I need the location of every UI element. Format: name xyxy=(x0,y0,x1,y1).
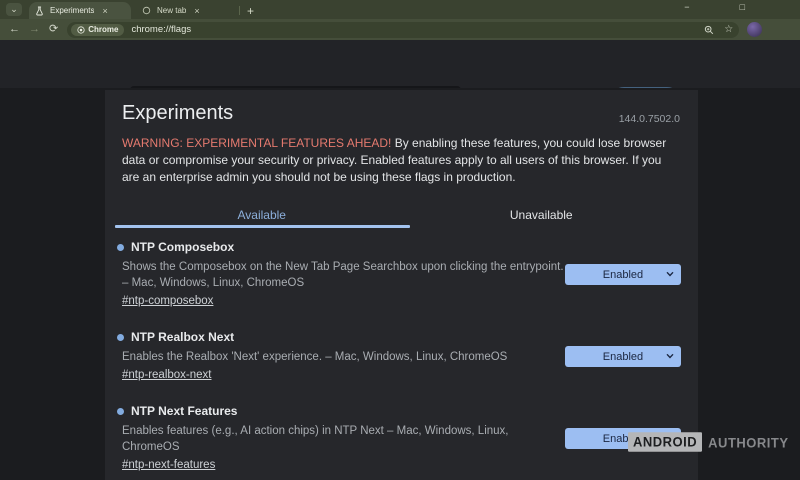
tab-title: Experiments xyxy=(50,6,94,15)
tab-title: New tab xyxy=(157,6,186,15)
maximize-button[interactable]: □ xyxy=(740,2,745,12)
new-tab-button[interactable]: + xyxy=(247,5,254,17)
tab-new-tab[interactable]: New tab × xyxy=(136,2,236,19)
chrome-logo-icon xyxy=(77,26,85,34)
flag-row-ntp-composebox: NTP Composebox Shows the Composebox on t… xyxy=(122,228,681,318)
flags-header: Reset all xyxy=(0,40,800,88)
tab-available[interactable]: Available xyxy=(122,201,402,228)
tab-experiments[interactable]: Experiments × xyxy=(29,2,131,19)
close-icon[interactable]: × xyxy=(100,6,109,16)
flag-name: NTP Next Features xyxy=(131,404,237,418)
chevron-down-icon xyxy=(666,353,674,359)
enabled-dot-icon xyxy=(117,244,124,251)
flag-value-select[interactable]: Enabled xyxy=(565,346,681,367)
profile-avatar[interactable] xyxy=(747,22,762,37)
close-icon[interactable]: × xyxy=(192,6,201,16)
enabled-dot-icon xyxy=(117,334,124,341)
flag-permalink[interactable]: #ntp-composebox xyxy=(122,294,213,309)
chevron-down-icon xyxy=(666,271,674,277)
back-icon[interactable]: ← xyxy=(9,24,20,35)
version-number: 144.0.7502.0 xyxy=(619,113,680,125)
warning-text: WARNING: EXPERIMENTAL FEATURES AHEAD! By… xyxy=(122,135,674,186)
flask-icon xyxy=(35,6,44,16)
minimize-button[interactable]: − xyxy=(684,2,689,12)
tab-unavailable[interactable]: Unavailable xyxy=(402,201,682,228)
active-tab-underline xyxy=(115,225,410,228)
tab-divider xyxy=(239,6,240,15)
globe-icon xyxy=(142,6,151,15)
chrome-chip[interactable]: Chrome xyxy=(71,24,124,36)
toolbar: ← → ⟳ Chrome chrome://flags ☆ xyxy=(0,19,800,40)
chevron-down-icon: ⌄ xyxy=(10,5,18,14)
bookmark-star-icon[interactable]: ☆ xyxy=(724,24,733,35)
flag-permalink[interactable]: #ntp-next-features xyxy=(122,458,215,473)
flag-permalink[interactable]: #ntp-realbox-next xyxy=(122,368,212,383)
android-authority-watermark: ANDROID AUTHORITY xyxy=(628,432,789,451)
enabled-dot-icon xyxy=(117,408,124,415)
address-bar[interactable]: Chrome chrome://flags ☆ xyxy=(67,22,739,38)
browser-window: ⌄ Experiments × New tab × + − □ ← → ⟳ xyxy=(0,0,800,480)
url-text: chrome://flags xyxy=(131,24,191,35)
flag-name: NTP Composebox xyxy=(131,240,234,254)
page-title: Experiments xyxy=(122,100,681,127)
page-body: Experiments 144.0.7502.0 WARNING: EXPERI… xyxy=(0,88,800,480)
experiments-card: Experiments 144.0.7502.0 WARNING: EXPERI… xyxy=(105,90,698,480)
tab-bar: ⌄ Experiments × New tab × + − □ xyxy=(0,0,800,19)
flag-row-ntp-realbox-next: NTP Realbox Next Enables the Realbox 'Ne… xyxy=(122,318,681,392)
warning-highlight: WARNING: EXPERIMENTAL FEATURES AHEAD! xyxy=(122,136,391,150)
flag-description: Shows the Composebox on the New Tab Page… xyxy=(122,259,565,291)
flag-value-select[interactable]: Enabled xyxy=(565,264,681,285)
flag-description: Enables features (e.g., AI action chips)… xyxy=(122,423,565,455)
chip-label: Chrome xyxy=(88,25,118,34)
flag-name: NTP Realbox Next xyxy=(131,330,234,344)
forward-icon[interactable]: → xyxy=(29,24,40,35)
flag-row-ntp-next-features: NTP Next Features Enables features (e.g.… xyxy=(122,392,681,480)
zoom-icon[interactable] xyxy=(704,25,714,35)
availability-tabs: Available Unavailable xyxy=(122,201,681,228)
flag-description: Enables the Realbox 'Next' experience. –… xyxy=(122,349,565,365)
reload-icon[interactable]: ⟳ xyxy=(49,24,58,35)
tab-search-button[interactable]: ⌄ xyxy=(6,3,22,16)
window-controls: − □ xyxy=(684,2,745,12)
